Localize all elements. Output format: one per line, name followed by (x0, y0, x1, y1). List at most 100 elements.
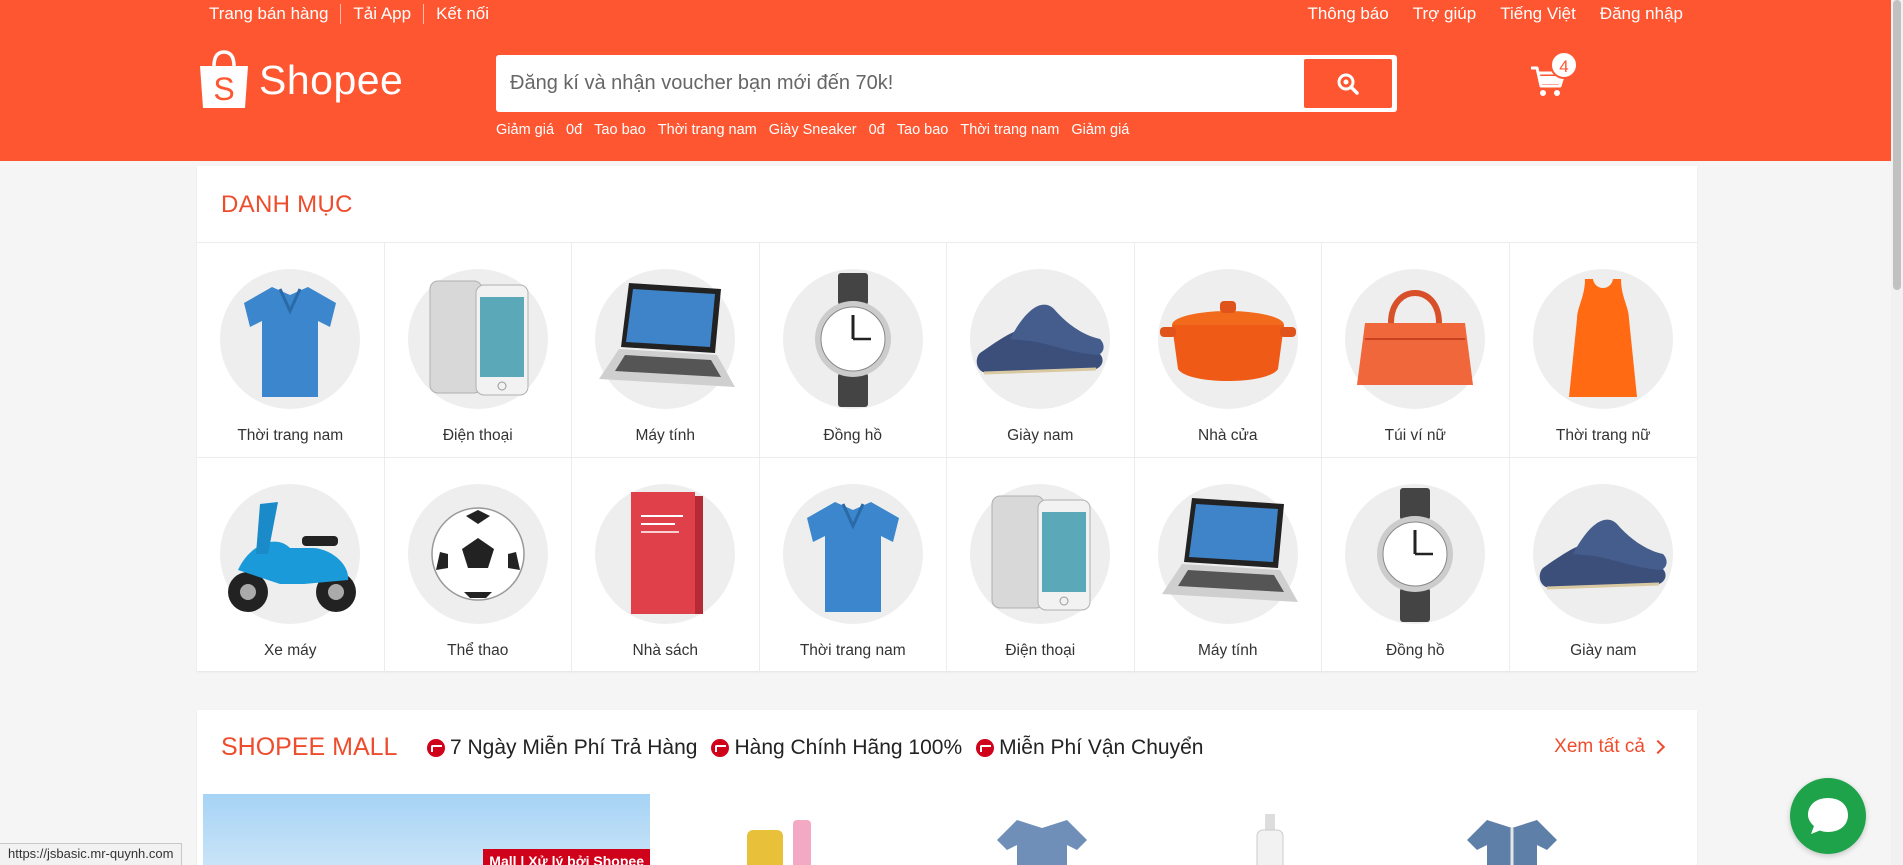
suggestion-link[interactable]: Thời trang nam (960, 122, 1059, 138)
category-image (782, 484, 923, 624)
category-title: DANH MỤC (221, 191, 353, 218)
category-image (407, 269, 548, 409)
football-icon (431, 507, 525, 601)
mall-badge-label: Miễn Phí Vận Chuyển (999, 736, 1204, 759)
seller-center-link[interactable]: Trang bán hàng (209, 4, 340, 24)
bottle-product-icon (1256, 814, 1284, 865)
shopee-logo[interactable]: S Shopee (197, 50, 403, 110)
shopee-bag-icon: S (197, 50, 251, 110)
category-image (1345, 484, 1486, 624)
category-label: Điện thoại (1005, 642, 1076, 659)
header: Trang bán hàng Tải App Kết nối Thông báo… (0, 0, 1903, 161)
see-all-label: Xem tất cả (1554, 736, 1645, 757)
category-image (782, 269, 923, 409)
category-item[interactable]: Nhà sách (572, 458, 760, 673)
category-item[interactable]: Đồng hồ (759, 243, 947, 458)
login-link[interactable]: Đăng nhập (1588, 4, 1683, 24)
category-label: Máy tính (1198, 642, 1258, 659)
book-icon (631, 492, 704, 614)
help-link[interactable]: Trợ giúp (1401, 4, 1488, 24)
category-item[interactable]: Điện thoại (384, 243, 572, 458)
category-label: Máy tính (635, 427, 695, 444)
category-item[interactable]: Xe máy (197, 458, 385, 673)
category-item[interactable]: Giày nam (947, 243, 1135, 458)
watch-icon (1377, 488, 1454, 622)
watch-icon (814, 273, 891, 407)
category-image (1345, 269, 1486, 409)
cart-count-badge: 4 (1550, 51, 1578, 79)
category-item[interactable]: Thời trang nữ (1509, 243, 1697, 458)
category-label: Xe máy (263, 642, 317, 659)
laptop-icon (599, 283, 736, 387)
search-suggestions: Giảm giá 0đ Tao bao Thời trang nam Giày … (496, 122, 1141, 138)
mall-product-thumbnail[interactable] (1217, 810, 1327, 865)
chevron-right-icon (1650, 739, 1666, 755)
category-image (595, 484, 736, 624)
return-icon (427, 739, 445, 757)
category-item[interactable]: Điện thoại (947, 458, 1135, 673)
mall-product-thumbnail[interactable] (1457, 810, 1567, 865)
category-item[interactable]: Thời trang nam (760, 458, 947, 673)
category-label: Thời trang nam (799, 642, 906, 659)
shirt-product-icon (1467, 820, 1557, 865)
notifications-link[interactable]: Thông báo (1295, 4, 1400, 24)
phone-icon (429, 280, 529, 396)
category-label: Đồng hồ (1385, 642, 1445, 659)
category-item[interactable]: Đồng hồ (1322, 458, 1510, 673)
shirt-icon (244, 287, 337, 397)
language-link[interactable]: Tiếng Việt (1488, 4, 1588, 24)
page-scrollbar[interactable] (1891, 0, 1903, 865)
shoe-icon (1539, 519, 1667, 590)
milk-product-icon (747, 820, 811, 865)
suggestion-link[interactable]: Tao bao (594, 122, 646, 138)
browser-status-url: https://jsbasic.mr-quynh.com (0, 843, 183, 865)
dress-icon (1569, 279, 1638, 397)
download-app-link[interactable]: Tải App (340, 4, 423, 24)
category-item[interactable]: Giày nam (1510, 458, 1698, 673)
category-item[interactable]: Nhà cửa (1134, 243, 1322, 458)
suggestion-link[interactable]: Thời trang nam (658, 122, 757, 138)
category-item[interactable]: Thời trang nam (197, 243, 385, 458)
search-icon (1337, 73, 1359, 95)
category-image (595, 269, 736, 409)
connect-link[interactable]: Kết nối (423, 4, 501, 24)
search-button[interactable] (1304, 59, 1392, 108)
category-label: Thời trang nữ (1555, 427, 1651, 444)
category-panel: DANH MỤC Thời trang nam Điện thoại Máy t… (197, 166, 1698, 673)
category-label: Thể thao (447, 642, 509, 659)
mall-badge: 7 Ngày Miễn Phí Trả Hàng (427, 736, 697, 760)
category-item[interactable]: Máy tính (1135, 458, 1322, 673)
mall-badge: Hàng Chính Hãng 100% (711, 736, 962, 760)
suggestion-link[interactable]: 0đ (566, 122, 582, 138)
category-label: Giày nam (1007, 427, 1074, 444)
category-image (220, 484, 361, 624)
category-image (970, 484, 1111, 624)
suggestion-link[interactable]: Giày Sneaker (769, 122, 857, 138)
scrollbar-thumb[interactable] (1893, 0, 1901, 290)
category-image (1157, 269, 1298, 409)
suggestion-link[interactable]: Giảm giá (496, 122, 554, 138)
laptop-icon (1161, 498, 1298, 602)
shirt-product-icon (997, 820, 1087, 865)
logo-text: Shopee (259, 56, 404, 103)
shirt-icon (806, 502, 899, 612)
suggestion-link[interactable]: Tao bao (897, 122, 949, 138)
handbag-icon (1357, 290, 1474, 385)
suggestion-link[interactable]: 0đ (869, 122, 885, 138)
category-item[interactable]: Thể thao (385, 458, 572, 673)
mall-tag: Mall | Xử lý bởi Shopee (483, 849, 650, 865)
category-label: Túi ví nữ (1384, 427, 1446, 444)
chat-bubble-icon (1808, 798, 1848, 834)
mall-product-thumbnail[interactable] (737, 810, 847, 865)
mall-badge-label: 7 Ngày Miễn Phí Trả Hàng (450, 736, 698, 759)
shopee-mall-panel: SHOPEE MALL 7 Ngày Miễn Phí Trả Hàng Hàn… (197, 710, 1697, 865)
chat-button[interactable] (1790, 778, 1866, 854)
search-input[interactable] (510, 55, 1290, 112)
category-image (220, 269, 361, 409)
see-all-link[interactable]: Xem tất cả (1554, 736, 1666, 758)
mall-product-thumbnail[interactable] (987, 810, 1097, 865)
suggestion-link[interactable]: Giảm giá (1071, 122, 1129, 138)
category-item[interactable]: Máy tính (572, 243, 760, 458)
category-item[interactable]: Túi ví nữ (1322, 243, 1510, 458)
mall-banner[interactable]: Mall | Xử lý bởi Shopee (203, 794, 650, 865)
